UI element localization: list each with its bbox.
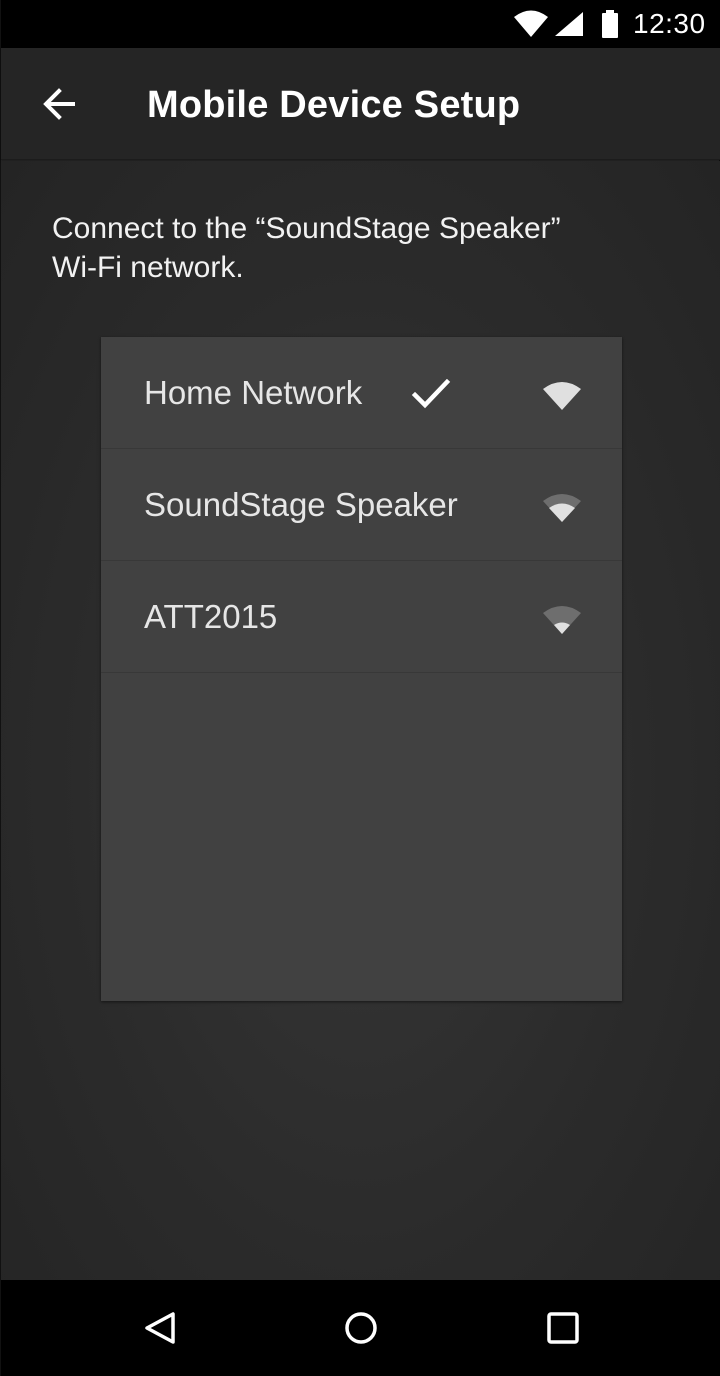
wifi-signal-low-icon	[543, 606, 581, 634]
network-name: SoundStage Speaker	[144, 486, 458, 523]
nav-home-icon	[345, 1312, 377, 1344]
wifi-full-icon	[513, 0, 549, 48]
network-item-home-network[interactable]: Home Network	[101, 337, 622, 449]
nav-back-button[interactable]	[131, 1298, 191, 1358]
nav-home-button[interactable]	[331, 1298, 391, 1358]
wifi-signal-medium-icon	[543, 494, 581, 522]
phone-screen: 12:30 Mobile Device Setup Connect to the…	[0, 0, 720, 1376]
wifi-signal-full-icon	[543, 382, 581, 410]
network-item-att2015[interactable]: ATT2015	[101, 561, 622, 673]
status-bar: 12:30	[1, 0, 720, 48]
content-area: Connect to the “SoundStage Speaker” Wi-F…	[1, 161, 720, 1280]
network-item-soundstage-speaker[interactable]: SoundStage Speaker	[101, 449, 622, 561]
network-name: Home Network	[144, 374, 363, 411]
navigation-bar	[1, 1280, 720, 1376]
nav-back-icon	[145, 1312, 175, 1344]
app-bar: Mobile Device Setup	[1, 48, 720, 160]
page-title: Mobile Device Setup	[147, 84, 521, 126]
back-button[interactable]	[29, 74, 89, 134]
nav-recents-button[interactable]	[533, 1298, 593, 1358]
cell-signal-icon	[553, 0, 585, 48]
network-name: ATT2015	[144, 598, 278, 635]
instruction-line-1: Connect to the “SoundStage Speaker”	[52, 212, 561, 245]
instruction-line-2: Wi-Fi network.	[52, 251, 244, 284]
battery-icon	[599, 0, 621, 48]
network-list: Home Network SoundStage Speaker ATT2015	[101, 337, 622, 1001]
arrow-back-icon	[43, 88, 75, 120]
instruction-text: Connect to the “SoundStage Speaker” Wi-F…	[52, 209, 652, 287]
nav-recents-icon	[547, 1312, 579, 1344]
check-icon	[411, 379, 451, 409]
status-time: 12:30	[633, 8, 706, 39]
